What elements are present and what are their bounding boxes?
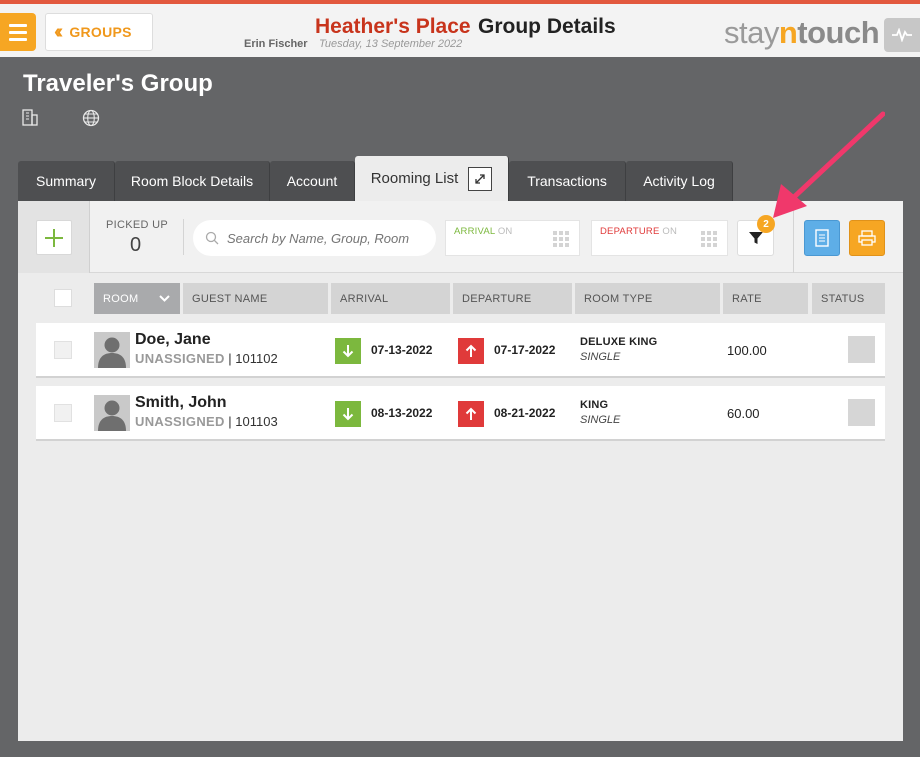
hamburger-menu-button[interactable] (0, 13, 36, 51)
room-type: KING (580, 399, 609, 411)
room-status: UNASSIGNED (135, 351, 225, 366)
arrow-up-icon (458, 401, 484, 427)
tab-account[interactable]: Account (270, 161, 355, 201)
expand-icon[interactable] (468, 166, 493, 191)
room-status: UNASSIGNED (135, 414, 225, 429)
top-bar: ‹‹ GROUPS Heather's Place Group Details … (0, 0, 920, 57)
document-icon (815, 229, 829, 247)
groups-button-label: GROUPS (69, 24, 132, 40)
rooming-list-panel: PICKED UP 0 ARRIVAL ON DEPARTURE ON 2 RO (18, 201, 903, 741)
column-header-status[interactable]: STATUS (812, 283, 885, 314)
arrow-down-icon (335, 401, 361, 427)
departure-label: DEPARTURE (600, 226, 660, 237)
column-header-arrival[interactable]: ARRIVAL (331, 283, 450, 314)
tab-summary[interactable]: Summary (18, 161, 115, 201)
arrival-date: 08-13-2022 (371, 406, 433, 420)
picked-up-value: 0 (130, 234, 142, 256)
building-icon[interactable] (22, 109, 38, 126)
rate: 60.00 (727, 406, 760, 421)
search-box[interactable] (193, 220, 436, 256)
calendar-icon (701, 231, 717, 247)
column-header-rate[interactable]: RATE (723, 283, 808, 314)
filter-icon (748, 232, 763, 244)
tab-room-block-details[interactable]: Room Block Details (115, 161, 270, 201)
avatar (94, 332, 130, 368)
room-type: DELUXE KING (580, 336, 658, 348)
plus-icon (45, 228, 63, 247)
arrival-date-filter[interactable]: ARRIVAL ON (445, 220, 580, 256)
confirmation-number: 101102 (235, 351, 278, 366)
calendar-icon (553, 231, 569, 247)
tab-transactions[interactable]: Transactions (509, 161, 626, 201)
globe-icon[interactable] (82, 109, 100, 127)
back-to-groups-button[interactable]: ‹‹ GROUPS (45, 13, 153, 51)
picked-up-label: PICKED UP (106, 219, 168, 231)
chevron-down-icon (159, 295, 170, 302)
tab-activity-log[interactable]: Activity Log (626, 161, 733, 201)
departure-date-filter[interactable]: DEPARTURE ON (591, 220, 728, 256)
row-checkbox[interactable] (54, 404, 72, 422)
confirmation-number: 101103 (235, 414, 278, 429)
double-chevron-left-icon: ‹‹ (54, 20, 64, 43)
departure-date: 07-17-2022 (494, 343, 556, 357)
stayntouch-logo: stayntouch (724, 15, 880, 50)
divider (183, 219, 184, 255)
column-header-room[interactable]: ROOM (94, 283, 180, 314)
row-checkbox[interactable] (54, 341, 72, 359)
pulse-icon (892, 28, 912, 42)
search-icon (205, 231, 219, 245)
rate: 100.00 (727, 343, 767, 358)
search-input[interactable] (227, 230, 427, 246)
guest-name[interactable]: Doe, Jane (135, 331, 211, 349)
user-name: Erin Fischer (244, 38, 308, 50)
add-reservation-button[interactable] (36, 220, 72, 255)
occupancy: SINGLE (580, 414, 621, 426)
select-all-checkbox[interactable] (54, 289, 72, 307)
arrow-down-icon (335, 338, 361, 364)
departure-date: 08-21-2022 (494, 406, 556, 420)
column-header-room-type[interactable]: ROOM TYPE (575, 283, 720, 314)
status-indicator[interactable] (848, 399, 875, 426)
arrow-up-icon (458, 338, 484, 364)
avatar (94, 395, 130, 431)
page-title: Group Details (478, 15, 616, 38)
printer-icon (858, 230, 876, 246)
table-row[interactable]: Doe, Jane UNASSIGNED | 101102 07-13-2022… (36, 323, 885, 378)
tab-bar: Summary Room Block Details Account Roomi… (18, 156, 733, 201)
hotel-name: Heather's Place (315, 15, 471, 38)
tab-rooming-list[interactable]: Rooming List (355, 156, 509, 201)
arrival-label: ARRIVAL (454, 226, 495, 237)
column-header-guest-name[interactable]: GUEST NAME (183, 283, 328, 314)
business-date: Tuesday, 13 September 2022 (319, 38, 463, 50)
occupancy: SINGLE (580, 351, 621, 363)
activity-pulse-button[interactable] (884, 18, 920, 52)
guest-name[interactable]: Smith, John (135, 394, 227, 412)
column-header-departure[interactable]: DEPARTURE (453, 283, 572, 314)
status-indicator[interactable] (848, 336, 875, 363)
group-title: Traveler's Group (23, 70, 213, 97)
arrival-date: 07-13-2022 (371, 343, 433, 357)
table-row[interactable]: Smith, John UNASSIGNED | 101103 08-13-20… (36, 386, 885, 441)
annotation-arrow-icon (773, 111, 885, 218)
